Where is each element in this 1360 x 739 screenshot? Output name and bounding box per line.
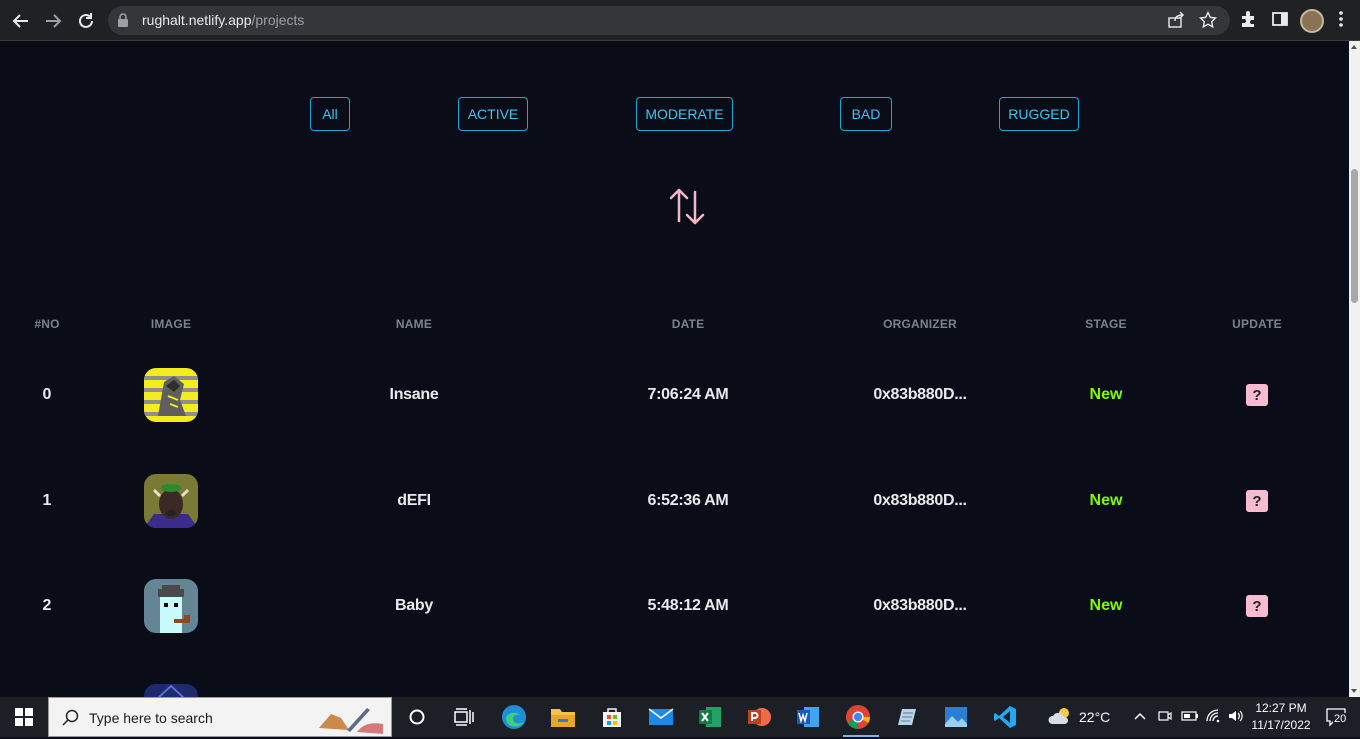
project-name: Insane: [389, 386, 439, 403]
project-image: [130, 367, 212, 423]
cryptopunk-pipe-nft-image: [144, 579, 198, 633]
taskbar-search-box[interactable]: Type here to search: [48, 697, 392, 737]
table-row[interactable]: 2 Baby 5:48:12 AM 0x83b880D... New ?: [0, 578, 1349, 684]
volume-icon[interactable]: [1228, 709, 1244, 728]
project-organizer: 0x83b880D...: [873, 386, 967, 403]
kebab-menu-icon[interactable]: [1338, 10, 1344, 33]
project-organizer: 0x83b880D...: [873, 597, 967, 614]
next-row-image-partial: [144, 684, 198, 697]
stage-badge: New: [1089, 386, 1123, 403]
search-placeholder: Type here to search: [89, 710, 213, 726]
header-stage: STAGE: [1085, 317, 1127, 331]
update-button[interactable]: ?: [1246, 595, 1268, 617]
profile-avatar[interactable]: [1300, 9, 1324, 33]
excel-icon[interactable]: [695, 702, 725, 732]
project-image: [130, 473, 212, 529]
sort-toggle-icon[interactable]: [668, 186, 708, 231]
url-text: rughalt.netlify.app/projects: [142, 12, 305, 28]
header-image: IMAGE: [150, 317, 192, 331]
row-number: 0: [42, 386, 52, 403]
scroll-up-arrow-icon[interactable]: [1351, 45, 1357, 49]
extensions-icon[interactable]: [1239, 10, 1257, 33]
file-explorer-icon[interactable]: [548, 702, 578, 732]
header-no: #NO: [34, 317, 60, 331]
page-scrollbar[interactable]: [1349, 41, 1360, 697]
stage-badge: New: [1089, 597, 1123, 614]
update-button[interactable]: ?: [1246, 490, 1268, 512]
header-update: UPDATE: [1232, 317, 1282, 331]
filter-bad-button[interactable]: BAD: [840, 97, 892, 131]
project-date: 5:48:12 AM: [647, 597, 729, 614]
notification-center-icon[interactable]: 20: [1326, 707, 1348, 727]
bookmark-star-icon[interactable]: [1198, 10, 1218, 34]
project-name: dEFI: [397, 492, 431, 509]
weather-temp: 22°C: [1079, 709, 1111, 725]
clock-date: 11/17/2022: [1251, 718, 1311, 732]
word-icon[interactable]: [793, 702, 823, 732]
projects-page: All ACTIVE MODERATE BAD RUGGED #NO IMAGE…: [0, 41, 1349, 697]
filter-moderate-button[interactable]: MODERATE: [636, 97, 733, 131]
scrollbar-thumb[interactable]: [1351, 169, 1358, 303]
header-organizer: ORGANIZER: [883, 317, 957, 331]
scroll-down-arrow-icon[interactable]: [1351, 689, 1357, 693]
system-clock[interactable]: 12:27 PM 11/17/2022: [1248, 700, 1314, 734]
project-date: 7:06:24 AM: [647, 386, 729, 403]
bull-green-hat-nft-image: [144, 474, 198, 528]
update-button[interactable]: ?: [1246, 384, 1268, 406]
header-date: DATE: [671, 317, 705, 331]
battery-icon[interactable]: [1181, 709, 1199, 728]
cortana-icon[interactable]: [402, 702, 432, 732]
table-row[interactable]: 0 Insane 7:06:24 AM 0x83b880D... New ?: [0, 367, 1349, 473]
address-bar[interactable]: rughalt.netlify.app/projects: [108, 6, 1230, 35]
forward-icon[interactable]: [40, 8, 66, 34]
filter-rugged-button[interactable]: RUGGED: [999, 97, 1079, 131]
windows-start-icon[interactable]: [0, 697, 48, 737]
photos-icon[interactable]: [941, 702, 971, 732]
yellow-bull-nft-image: [144, 368, 198, 422]
search-icon: [62, 709, 80, 732]
header-name: NAME: [395, 317, 433, 331]
meet-now-icon[interactable]: [1158, 709, 1172, 728]
chrome-icon[interactable]: [843, 702, 879, 737]
microsoft-store-icon[interactable]: [597, 702, 627, 732]
clock-time: 12:27 PM: [1255, 701, 1307, 715]
search-highlight-illustration-icon: [317, 702, 389, 739]
mail-icon[interactable]: [646, 702, 676, 732]
side-panel-icon[interactable]: [1271, 10, 1289, 33]
edge-browser-icon[interactable]: [499, 702, 529, 732]
reload-icon[interactable]: [73, 8, 99, 34]
back-icon[interactable]: [8, 8, 34, 34]
update-cell: ?: [1207, 473, 1307, 529]
update-cell: ?: [1207, 578, 1307, 634]
filter-active-button[interactable]: ACTIVE: [458, 97, 528, 131]
project-organizer: 0x83b880D...: [873, 492, 967, 509]
stage-badge: New: [1089, 492, 1123, 509]
task-view-icon[interactable]: [449, 702, 479, 732]
chevron-up-icon[interactable]: [1134, 709, 1146, 727]
powerpoint-icon[interactable]: [744, 702, 774, 732]
project-date: 6:52:36 AM: [647, 492, 729, 509]
windows-taskbar: Type here to search 22°C 12:27 PM 11/17/…: [0, 697, 1360, 737]
notification-count: 20: [1333, 713, 1348, 725]
row-number: 2: [42, 597, 52, 614]
lock-icon[interactable]: [116, 12, 130, 33]
row-number: 1: [42, 492, 52, 509]
filter-all-button[interactable]: All: [310, 97, 350, 131]
share-icon[interactable]: [1167, 11, 1185, 34]
project-name: Baby: [395, 597, 433, 614]
project-image: [130, 578, 212, 634]
update-cell: ?: [1207, 367, 1307, 423]
table-row[interactable]: 1 dEFI 6:52:36 AM 0x83b880D... New ?: [0, 473, 1349, 579]
browser-toolbar: rughalt.netlify.app/projects: [0, 0, 1360, 41]
wifi-icon[interactable]: [1206, 709, 1222, 728]
notepad-app-icon[interactable]: [891, 702, 921, 732]
vscode-icon[interactable]: [990, 702, 1020, 732]
weather-cloud-icon[interactable]: [1048, 706, 1074, 731]
